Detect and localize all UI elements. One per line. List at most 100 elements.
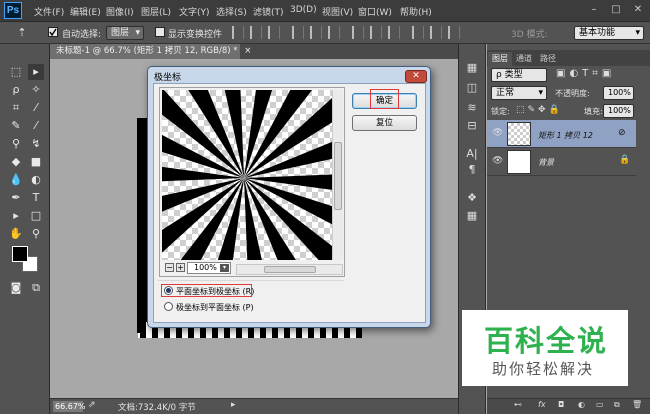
lasso-tool-icon[interactable]: ρ bbox=[8, 82, 24, 98]
close-window-button[interactable]: ✕ bbox=[630, 3, 646, 17]
3d-panel-icon[interactable]: ❖ bbox=[462, 190, 482, 206]
distribute-left-icon[interactable] bbox=[412, 26, 424, 39]
type-tool-icon[interactable]: T bbox=[28, 190, 44, 206]
dodge-tool-icon[interactable]: ◐ bbox=[28, 172, 44, 188]
folder-icon[interactable]: ▭ bbox=[596, 400, 604, 409]
auto-select-checkbox[interactable] bbox=[48, 27, 58, 37]
align-right-icon[interactable] bbox=[328, 26, 340, 39]
crop-tool-icon[interactable]: ⌗ bbox=[8, 100, 24, 116]
layer-filter-icons[interactable]: ▣◐T⌗▣ bbox=[556, 68, 615, 79]
healing-brush-icon[interactable]: ✎ bbox=[8, 118, 24, 134]
menu-edit[interactable]: 编辑(E) bbox=[70, 5, 101, 18]
history-panel-icon[interactable]: ▦ bbox=[462, 60, 482, 76]
dialog-close-button[interactable]: ✕ bbox=[405, 70, 427, 83]
eye-icon[interactable]: 👁 bbox=[492, 156, 503, 166]
zoom-tool-icon[interactable]: ⚲ bbox=[28, 226, 44, 242]
document-tab-close-icon[interactable]: × bbox=[244, 46, 251, 56]
layer-name[interactable]: 矩形 1 拷贝 12 bbox=[538, 130, 593, 141]
zoom-select[interactable]: 100% ▾ bbox=[187, 262, 231, 274]
distribute-right-icon[interactable] bbox=[448, 26, 460, 39]
quick-mask-icon[interactable]: ◙ bbox=[8, 280, 24, 296]
menu-file[interactable]: 文件(F) bbox=[34, 5, 64, 18]
fill-input[interactable]: 100% bbox=[603, 104, 634, 118]
move-tool-preset-icon[interactable]: ⇡ bbox=[14, 25, 30, 41]
history-brush-icon[interactable]: ↯ bbox=[28, 136, 44, 152]
layer-thumbnail bbox=[507, 150, 531, 174]
menu-type[interactable]: 文字(Y) bbox=[179, 5, 210, 18]
shape-tool-icon[interactable]: □ bbox=[28, 208, 44, 224]
path-select-icon[interactable]: ▸ bbox=[8, 208, 24, 224]
foreground-color-swatch[interactable] bbox=[12, 246, 28, 262]
distribute-bottom-icon[interactable] bbox=[388, 26, 400, 39]
screen-mode-icon[interactable]: ⧉ bbox=[28, 280, 44, 296]
menu-3d[interactable]: 3D(D) bbox=[290, 5, 317, 15]
eye-icon[interactable]: 👁 bbox=[492, 128, 503, 138]
properties-panel-icon[interactable]: ◫ bbox=[462, 80, 482, 96]
show-transform-checkbox[interactable] bbox=[155, 27, 165, 37]
menu-view[interactable]: 视图(V) bbox=[322, 5, 353, 18]
menu-select[interactable]: 选择(S) bbox=[216, 5, 247, 18]
auto-select-dropdown[interactable]: 图层 ▾ bbox=[106, 26, 144, 40]
hand-tool-icon[interactable]: ✋ bbox=[8, 226, 24, 242]
adjustments-panel-icon[interactable]: ≋ bbox=[462, 100, 482, 116]
distribute-vcenter-icon[interactable] bbox=[370, 26, 382, 39]
paragraph-panel-icon[interactable]: ¶ bbox=[462, 162, 482, 178]
tab-channels[interactable]: 通道 bbox=[512, 52, 536, 66]
preview-horizontal-scrollbar[interactable] bbox=[236, 264, 343, 275]
opacity-input[interactable]: 100% bbox=[603, 86, 634, 100]
preview-vertical-scrollbar[interactable] bbox=[332, 90, 343, 260]
clone-stamp-icon[interactable]: ⚲ bbox=[8, 136, 24, 152]
reset-button[interactable]: 复位 bbox=[352, 115, 417, 131]
align-bottom-icon[interactable] bbox=[268, 26, 280, 39]
fx-icon[interactable]: fx bbox=[538, 400, 546, 409]
menu-image[interactable]: 图像(I) bbox=[106, 5, 134, 18]
menu-filter[interactable]: 滤镜(T) bbox=[253, 5, 284, 18]
polar-to-rect-radio[interactable] bbox=[164, 302, 173, 311]
eraser-tool-icon[interactable]: ◆ bbox=[8, 154, 24, 170]
minimize-button[interactable]: – bbox=[586, 3, 602, 17]
menu-help[interactable]: 帮助(H) bbox=[400, 5, 432, 18]
rect-to-polar-radio[interactable] bbox=[164, 286, 173, 295]
brush-tool-icon[interactable]: ⁄ bbox=[28, 118, 44, 134]
blur-tool-icon[interactable]: 💧 bbox=[8, 172, 24, 188]
rect-to-polar-label[interactable]: 平面坐标到极坐标 (R) bbox=[176, 286, 254, 297]
eyedropper-icon[interactable]: ⁄ bbox=[28, 100, 44, 116]
character-panel-icon[interactable]: A| bbox=[462, 146, 482, 162]
move-tool-icon[interactable]: ▸ bbox=[28, 64, 44, 80]
status-share-icon[interactable]: ⇗ bbox=[88, 400, 96, 410]
align-left-icon[interactable] bbox=[292, 26, 304, 39]
timeline-panel-icon[interactable]: ▦ bbox=[462, 208, 482, 224]
styles-panel-icon[interactable]: ⊟ bbox=[462, 118, 482, 134]
filter-preview[interactable] bbox=[162, 90, 332, 260]
gradient-tool-icon[interactable]: ■ bbox=[28, 154, 44, 170]
trash-icon[interactable]: 🗑 bbox=[632, 400, 642, 409]
distribute-hcenter-icon[interactable] bbox=[430, 26, 442, 39]
workspace-dropdown[interactable]: 基本功能 ▾ bbox=[574, 26, 644, 40]
status-menu-arrow-icon[interactable]: ▸ bbox=[231, 400, 236, 410]
distribute-top-icon[interactable] bbox=[352, 26, 364, 39]
maximize-button[interactable]: □ bbox=[608, 3, 624, 17]
tab-layers[interactable]: 图层 bbox=[488, 52, 512, 66]
marquee-tool-icon[interactable]: ⬚ bbox=[8, 64, 24, 80]
tab-paths[interactable]: 路径 bbox=[536, 52, 560, 66]
align-top-icon[interactable] bbox=[232, 26, 244, 39]
mask-icon[interactable]: ◘ bbox=[558, 400, 564, 409]
menu-layer[interactable]: 图层(L) bbox=[141, 5, 171, 18]
zoom-out-button[interactable]: − bbox=[165, 263, 174, 272]
lock-icons[interactable]: ⬚✎✥🔒 bbox=[516, 105, 563, 115]
zoom-in-button[interactable]: + bbox=[176, 263, 185, 272]
pen-tool-icon[interactable]: ✒ bbox=[8, 190, 24, 206]
zoom-level[interactable]: 66.67% bbox=[53, 401, 86, 412]
menu-window[interactable]: 窗口(W) bbox=[358, 5, 392, 18]
blend-mode-dropdown[interactable]: 正常 ▾ bbox=[491, 86, 547, 100]
adjustment-icon[interactable]: ◐ bbox=[578, 400, 585, 409]
link-icon[interactable]: ⊷ bbox=[514, 400, 522, 409]
align-hcenter-icon[interactable] bbox=[310, 26, 322, 39]
layer-name[interactable]: 背景 bbox=[538, 157, 554, 168]
new-layer-icon[interactable]: ⧉ bbox=[614, 400, 620, 410]
layer-filter-dropdown[interactable]: ρ 类型 bbox=[491, 68, 547, 82]
polar-to-rect-label[interactable]: 极坐标到平面坐标 (P) bbox=[176, 302, 254, 313]
document-tab[interactable]: 未标题-1 @ 66.7% (矩形 1 拷贝 12, RGB/8) * × bbox=[50, 44, 251, 59]
magic-wand-icon[interactable]: ✧ bbox=[28, 82, 44, 98]
align-vcenter-icon[interactable] bbox=[250, 26, 262, 39]
